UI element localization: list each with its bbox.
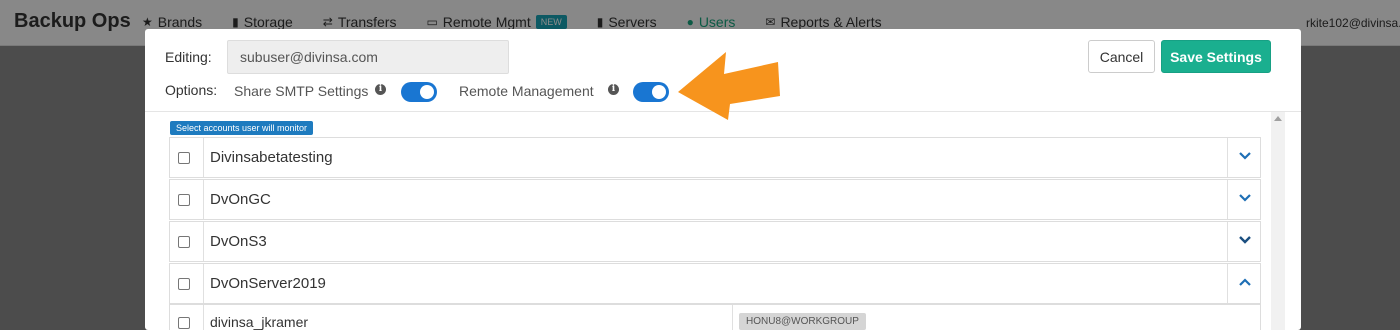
- checkbox-cell: [170, 180, 204, 219]
- remote-management-toggle[interactable]: [633, 82, 669, 102]
- accounts-list: Select accounts user will monitor Divins…: [145, 112, 1301, 330]
- chevron-down-icon: [1239, 194, 1251, 202]
- info-icon[interactable]: i: [375, 84, 386, 95]
- account-row: Divinsabetatesting: [169, 137, 1261, 178]
- editing-user-field[interactable]: [227, 40, 509, 74]
- host-badge: HONU8@WORKGROUP: [739, 313, 866, 330]
- options-label: Options:: [165, 82, 218, 98]
- checkbox-cell: [170, 305, 204, 330]
- chevron-up-icon: [1239, 278, 1251, 286]
- save-settings-button[interactable]: Save Settings: [1161, 40, 1271, 73]
- account-name: DvOnServer2019: [210, 275, 326, 292]
- sub-account-checkbox[interactable]: [178, 317, 190, 329]
- chevron-down-icon: [1239, 152, 1251, 160]
- checkbox-cell: [170, 222, 204, 261]
- toggle-knob: [652, 85, 666, 99]
- scroll-up-arrow-icon[interactable]: [1274, 116, 1282, 121]
- expand-toggle[interactable]: [1227, 222, 1260, 261]
- collapse-toggle[interactable]: [1227, 264, 1260, 303]
- account-checkbox[interactable]: [178, 152, 190, 164]
- share-smtp-toggle[interactable]: [401, 82, 437, 102]
- account-checkbox[interactable]: [178, 278, 190, 290]
- cancel-button[interactable]: Cancel: [1088, 40, 1155, 73]
- expand-toggle[interactable]: [1227, 138, 1260, 177]
- info-icon[interactable]: i: [608, 84, 619, 95]
- sub-account-row: divinsa_jkramer HONU8@WORKGROUP: [169, 304, 1261, 330]
- expand-toggle[interactable]: [1227, 180, 1260, 219]
- sub-account-user: divinsa_jkramer: [210, 314, 309, 330]
- account-row: DvOnServer2019: [169, 263, 1261, 304]
- share-smtp-label: Share SMTP Settings: [234, 83, 369, 99]
- checkbox-cell: [170, 264, 204, 303]
- account-name: DvOnS3: [210, 233, 267, 250]
- column-divider: [732, 305, 733, 330]
- account-row: DvOnS3: [169, 221, 1261, 262]
- monitor-accounts-badge: Select accounts user will monitor: [170, 121, 314, 135]
- remote-management-label: Remote Management: [459, 83, 594, 99]
- editing-label: Editing:: [165, 49, 212, 65]
- annotation-arrow-icon: [678, 52, 780, 120]
- scrollbar[interactable]: [1271, 112, 1285, 330]
- chevron-down-icon: [1239, 236, 1251, 244]
- account-checkbox[interactable]: [178, 236, 190, 248]
- account-name: Divinsabetatesting: [210, 149, 333, 166]
- account-row: DvOnGC: [169, 179, 1261, 220]
- account-name: DvOnGC: [210, 191, 271, 208]
- checkbox-cell: [170, 138, 204, 177]
- toggle-knob: [420, 85, 434, 99]
- account-checkbox[interactable]: [178, 194, 190, 206]
